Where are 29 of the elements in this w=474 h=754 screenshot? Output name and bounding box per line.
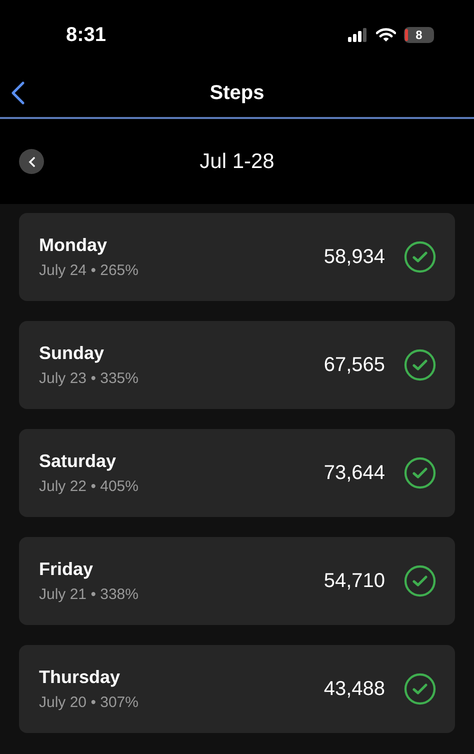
back-icon[interactable]: [11, 81, 25, 105]
day-name: Sunday: [39, 343, 106, 364]
day-card[interactable]: Sunday July 23 • 335% 67,565: [19, 321, 455, 409]
battery-icon: 8: [404, 27, 434, 43]
day-detail: July 22 • 405%: [39, 478, 140, 495]
step-count: 67,565: [324, 354, 385, 376]
previous-period-button[interactable]: [19, 149, 44, 174]
day-card[interactable]: Friday July 21 • 338% 54,710: [19, 537, 455, 625]
screen-title: Steps: [210, 82, 264, 105]
day-card[interactable]: Monday July 24 • 265% 58,934: [19, 213, 455, 301]
signal-icon: [348, 28, 368, 42]
day-name: Saturday: [39, 451, 118, 472]
step-count: 58,934: [324, 246, 385, 268]
day-name: Thursday: [39, 667, 122, 688]
day-detail: July 21 • 338%: [39, 586, 140, 603]
day-name: Monday: [39, 235, 108, 256]
chevron-left-icon: [28, 156, 36, 166]
day-detail: July 23 • 335%: [39, 370, 140, 387]
day-detail: July 20 • 307%: [39, 694, 140, 711]
step-count: 43,488: [324, 678, 385, 700]
day-detail: July 24 • 265%: [39, 262, 140, 279]
day-card[interactable]: Saturday July 22 • 405% 73,644: [19, 429, 455, 517]
day-card[interactable]: Thursday July 20 • 307% 43,488: [19, 645, 455, 733]
status-time: 8:31: [66, 24, 106, 46]
step-count: 54,710: [324, 570, 385, 592]
day-name: Friday: [39, 559, 94, 580]
period-label: Jul 1-28: [200, 150, 274, 174]
step-count: 73,644: [324, 462, 385, 484]
wifi-icon: [376, 28, 396, 42]
